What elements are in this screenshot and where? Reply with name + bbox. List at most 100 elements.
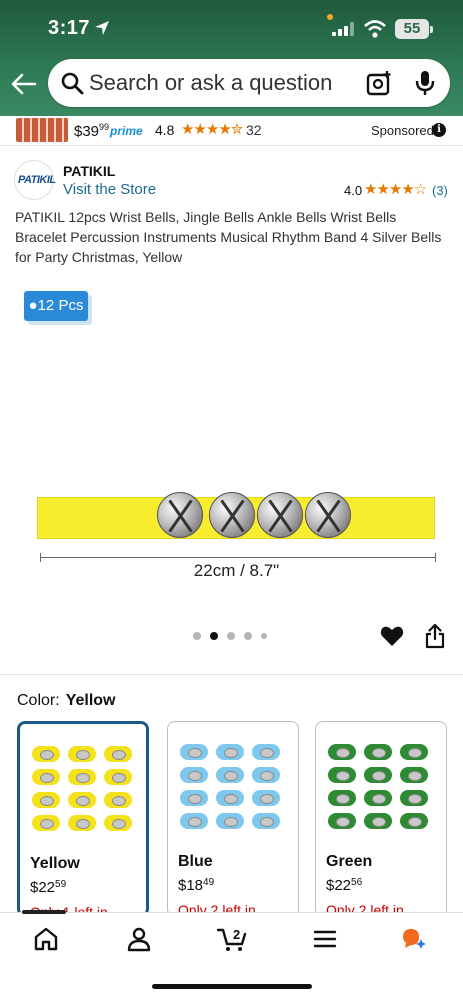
brand-name: PATIKIL (63, 163, 116, 179)
bell-bracelet-thumbnail (216, 767, 244, 783)
bell-bracelet-thumbnail (400, 813, 428, 829)
camera-search-icon[interactable] (366, 70, 392, 96)
info-icon[interactable]: i (432, 123, 446, 137)
bell-bracelet-thumbnail (400, 767, 428, 783)
location-arrow-icon (95, 21, 109, 35)
product-rating: 4.0 (344, 183, 363, 198)
bell-bracelet-thumbnail (364, 790, 392, 806)
section-divider (0, 674, 463, 675)
share-icon[interactable] (425, 623, 445, 649)
search-input[interactable]: Search or ask a question (89, 70, 332, 96)
color-option-price: $1849 (178, 877, 215, 894)
sponsored-label: Sponsored (371, 123, 434, 138)
carousel-dot[interactable] (227, 632, 235, 640)
bell-bracelet-thumbnail (32, 792, 60, 808)
color-option-name: Green (326, 853, 373, 870)
bell-bracelet-thumbnail (216, 744, 244, 760)
bell-bracelet-thumbnail (68, 792, 96, 808)
home-icon[interactable] (32, 925, 60, 953)
bell-bracelet-thumbnail (328, 790, 356, 806)
bell-image (157, 492, 203, 538)
carousel-dot[interactable] (193, 632, 201, 640)
review-count-link[interactable]: (3) (432, 183, 448, 198)
color-option-name: Blue (178, 853, 213, 870)
brand-logo[interactable]: PATIKIL (14, 160, 56, 200)
swatch-image (328, 744, 432, 834)
search-bar[interactable]: Search or ask a question (48, 59, 450, 107)
color-option-price: $2256 (326, 877, 363, 894)
carousel-dot[interactable] (261, 633, 267, 639)
star-rating-icon: ★★★★✮ (181, 121, 243, 138)
bell-bracelet-thumbnail (32, 746, 60, 762)
bell-bracelet-thumbnail (104, 792, 132, 808)
color-option-green[interactable]: Green $2256 Only 2 left in (315, 721, 447, 917)
wifi-icon (364, 20, 386, 38)
bell-bracelet-thumbnail (180, 790, 208, 806)
bell-bracelet-thumbnail (68, 769, 96, 785)
menu-icon[interactable] (311, 925, 339, 953)
bell-bracelet-thumbnail (104, 769, 132, 785)
active-tab-indicator (22, 910, 66, 914)
color-option-blue[interactable]: Blue $1849 Only 2 left in (167, 721, 299, 917)
pack-size-badge: ●12 Pcs (24, 291, 88, 321)
app-header: 3:17 55 Search or ask a question (0, 0, 463, 116)
selected-color-name: Yellow (65, 692, 116, 709)
status-bar: 3:17 55 (0, 14, 463, 44)
carousel-dot[interactable] (244, 632, 252, 640)
color-option-yellow[interactable]: Yellow $2259 Only 1 left in (17, 721, 149, 917)
cellular-signal-icon (332, 22, 354, 36)
bell-bracelet-thumbnail (364, 813, 392, 829)
bell-bracelet-thumbnail (252, 767, 280, 783)
image-carousel-dots[interactable] (193, 632, 273, 642)
color-option-price: $2259 (30, 879, 67, 896)
bell-bracelet-thumbnail (180, 744, 208, 760)
star-rating-icon[interactable]: ★★★★☆ (364, 180, 427, 198)
privacy-indicator (327, 14, 333, 20)
sponsored-price: $3999 (74, 122, 110, 140)
bell-bracelet-thumbnail (68, 815, 96, 831)
prime-badge: prime (110, 124, 143, 138)
sponsored-review-count: 32 (246, 122, 262, 138)
rufus-assistant-icon[interactable] (400, 925, 428, 953)
bell-bracelet-thumbnail (364, 767, 392, 783)
cart-icon[interactable]: 2 (217, 925, 249, 953)
dimension-label: 22cm / 8.7" (193, 561, 280, 580)
carousel-dot[interactable] (210, 632, 218, 640)
swatch-image (180, 744, 284, 834)
bell-bracelet-thumbnail (180, 813, 208, 829)
bell-bracelet-thumbnail (216, 813, 244, 829)
bell-image (257, 492, 303, 538)
color-label: Color: Yellow (17, 692, 116, 709)
search-icon (61, 72, 84, 95)
bell-bracelet-thumbnail (180, 767, 208, 783)
sponsored-product-strip[interactable]: $3999 prime 4.8 ★★★★✮ 32 Sponsored i (0, 116, 463, 146)
bell-bracelet-thumbnail (252, 744, 280, 760)
color-option-name: Yellow (30, 855, 80, 872)
sponsored-rating: 4.8 (155, 122, 175, 138)
home-indicator (152, 984, 312, 989)
bell-bracelet-thumbnail (104, 746, 132, 762)
visit-store-link[interactable]: Visit the Store (63, 181, 156, 198)
back-arrow-icon[interactable] (10, 70, 38, 98)
bell-bracelet-thumbnail (104, 815, 132, 831)
bell-bracelet-thumbnail (252, 813, 280, 829)
battery-indicator: 55 (395, 19, 429, 39)
bell-image (305, 492, 351, 538)
sponsored-thumbnail (16, 118, 68, 142)
bell-image (209, 492, 255, 538)
swatch-image (32, 746, 136, 836)
account-icon[interactable] (125, 925, 153, 953)
bell-bracelet-thumbnail (364, 744, 392, 760)
bell-bracelet-thumbnail (328, 744, 356, 760)
bell-bracelet-thumbnail (32, 769, 60, 785)
bell-bracelet-thumbnail (252, 790, 280, 806)
bell-bracelet-thumbnail (328, 767, 356, 783)
status-time: 3:17 (48, 17, 91, 39)
heart-icon[interactable] (380, 625, 404, 647)
dimension-line (40, 553, 436, 562)
bell-bracelet-thumbnail (32, 815, 60, 831)
bell-bracelet-thumbnail (68, 746, 96, 762)
battery-tip (430, 26, 433, 33)
microphone-icon[interactable] (414, 69, 436, 97)
bell-bracelet-thumbnail (400, 744, 428, 760)
